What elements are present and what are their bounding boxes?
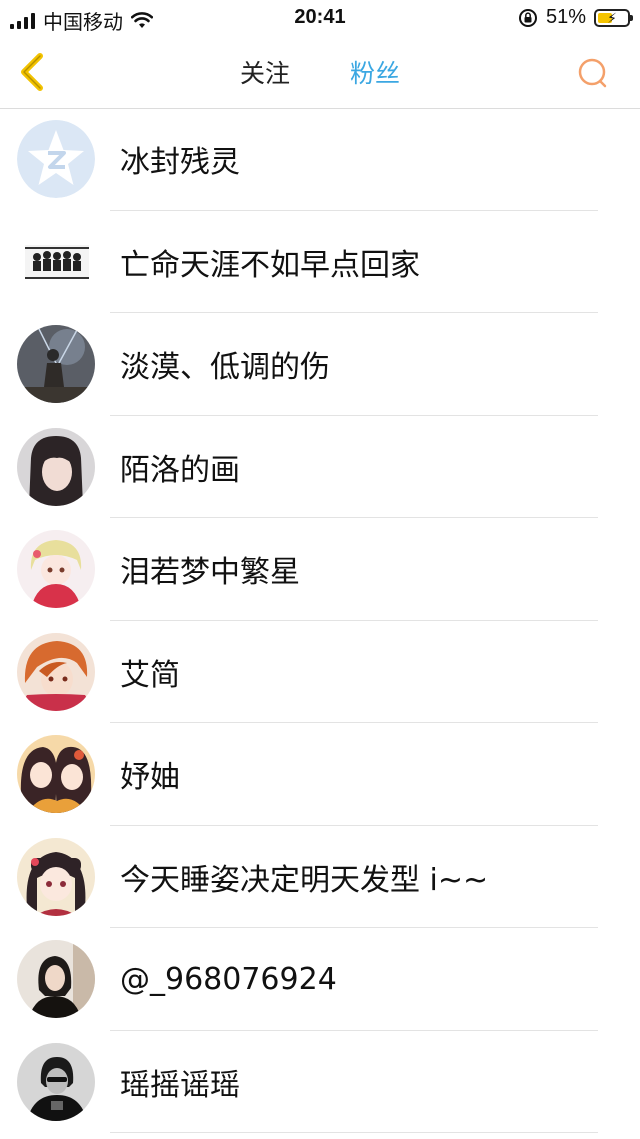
bw-person-avatar bbox=[17, 1042, 95, 1121]
follower-name: 瑶摇谣瑶 bbox=[120, 1067, 240, 1103]
chevron-left-icon bbox=[21, 53, 43, 91]
follower-row[interactable]: 瑶摇谣瑶 bbox=[0, 1031, 640, 1133]
girl-photo-avatar bbox=[17, 427, 95, 506]
battery-icon: ⚡ bbox=[594, 8, 633, 27]
tab-following[interactable]: 关注 bbox=[240, 54, 290, 90]
follower-name: 泪若梦中繁星 bbox=[120, 555, 300, 590]
search-icon bbox=[578, 58, 607, 88]
tab-bar: 关注 粉丝 bbox=[0, 36, 640, 108]
follower-name: 今天睡姿决定明天发型 i~~ bbox=[120, 862, 489, 898]
anime-doll-avatar bbox=[17, 837, 95, 916]
follower-row[interactable]: 亡命天涯不如早点回家 bbox=[0, 211, 640, 313]
anime-boy-avatar bbox=[17, 632, 95, 711]
follower-row[interactable]: @_968076924 bbox=[0, 928, 640, 1031]
follower-row[interactable]: 泪若梦中繁星 bbox=[0, 518, 640, 621]
group-photo-avatar bbox=[17, 222, 95, 301]
rotation-lock-icon bbox=[518, 8, 537, 27]
follower-name: 妤妯 bbox=[120, 760, 180, 795]
follower-row[interactable]: 艾简 bbox=[0, 621, 640, 723]
default-qq-avatar bbox=[17, 120, 95, 198]
woman-photo-avatar bbox=[17, 940, 95, 1018]
follower-name: 陌洛的画 bbox=[120, 452, 240, 488]
follower-name: 亡命天涯不如早点回家 bbox=[120, 247, 420, 283]
follower-row[interactable]: 淡漠、低调的伤 bbox=[0, 313, 640, 416]
anime-girl-avatar bbox=[17, 530, 95, 608]
follower-name: 淡漠、低调的伤 bbox=[120, 350, 330, 385]
back-button[interactable] bbox=[12, 50, 56, 94]
follower-row[interactable]: 今天睡姿决定明天发型 i~~ bbox=[0, 826, 640, 928]
follower-name: 冰封残灵 bbox=[120, 145, 240, 180]
search-button[interactable] bbox=[576, 56, 610, 90]
follower-name: @_968076924 bbox=[120, 961, 337, 997]
follower-name: 艾简 bbox=[120, 657, 180, 693]
battery-percent: 51% bbox=[545, 6, 586, 28]
nav-bar: 关注 粉丝 bbox=[0, 36, 640, 109]
follower-row[interactable]: 妤妯 bbox=[0, 723, 640, 826]
status-bar: 中国移动 20:41 51% ⚡ bbox=[0, 0, 640, 36]
follower-list: 冰封残灵 亡命天涯不如早点回家 淡漠、低调的伤 陌洛的画 泪若梦中繁星 艾简 妤… bbox=[0, 108, 640, 1133]
tab-fans[interactable]: 粉丝 bbox=[350, 54, 400, 90]
follower-row[interactable]: 陌洛的画 bbox=[0, 416, 640, 518]
follower-row[interactable]: 冰封残灵 bbox=[0, 108, 640, 211]
anime-twins-avatar bbox=[17, 735, 95, 813]
status-right: 51% ⚡ bbox=[518, 6, 633, 29]
warrior-avatar bbox=[17, 325, 95, 403]
divider bbox=[110, 1132, 598, 1133]
